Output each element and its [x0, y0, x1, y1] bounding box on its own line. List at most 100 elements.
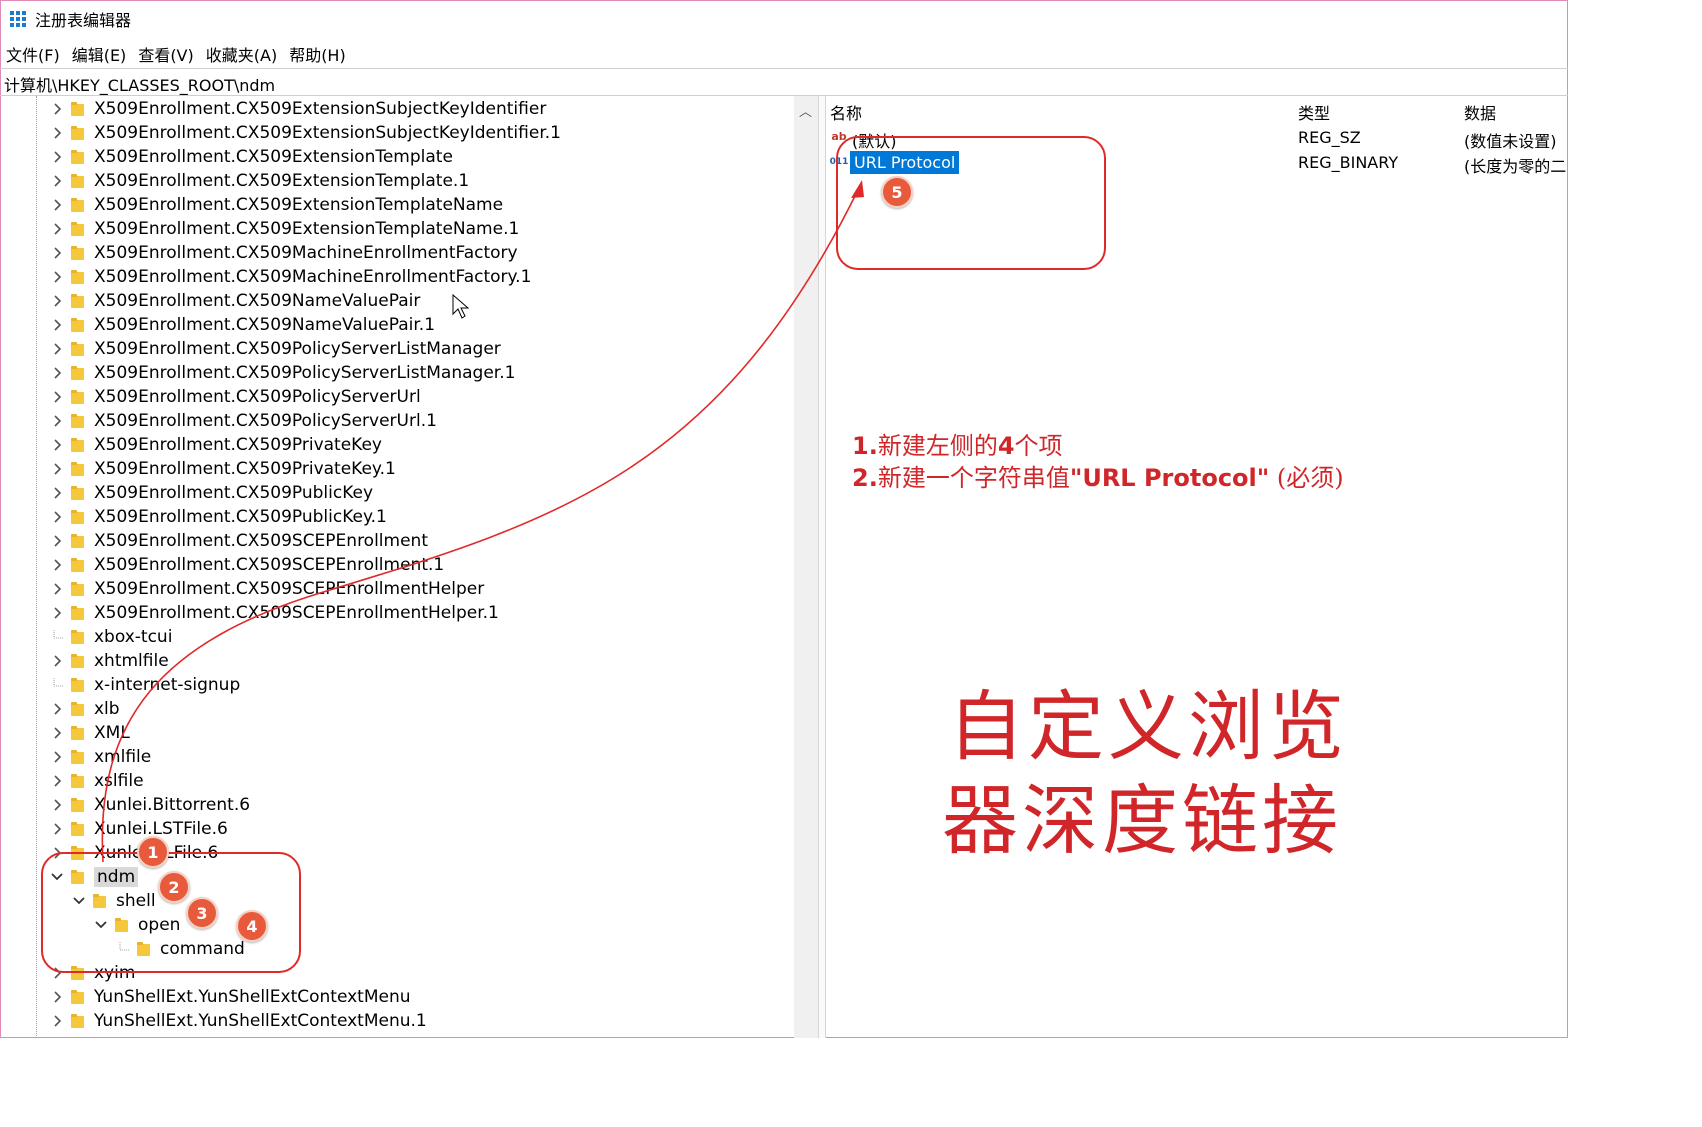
tree-item[interactable]: X509Enrollment.CX509SCEPEnrollment.1: [50, 553, 444, 577]
tree-item[interactable]: X509Enrollment.CX509ExtensionTemplateNam…: [50, 217, 519, 241]
tree-item[interactable]: X509Enrollment.CX509PublicKey.1: [50, 505, 387, 529]
folder-icon: [71, 294, 85, 308]
tree-item[interactable]: X509Enrollment.CX509PublicKey: [50, 481, 373, 505]
folder-icon: [71, 510, 85, 524]
tree-item[interactable]: X509Enrollment.CX509NameValuePair.1: [50, 313, 435, 337]
chevron-right-icon[interactable]: [50, 726, 64, 740]
folder-icon: [71, 342, 85, 356]
chevron-right-icon[interactable]: [50, 270, 64, 284]
tree-item[interactable]: xbox-tcui: [50, 625, 172, 649]
tree-item[interactable]: XML: [50, 721, 130, 745]
tree-item[interactable]: X509Enrollment.CX509ExtensionSubjectKeyI…: [50, 121, 561, 145]
chevron-right-icon[interactable]: [50, 390, 64, 404]
chevron-right-icon[interactable]: [50, 174, 64, 188]
tree-item[interactable]: X509Enrollment.CX509MachineEnrollmentFac…: [50, 241, 518, 265]
folder-icon: [71, 606, 85, 620]
folder-icon: [71, 486, 85, 500]
chevron-right-icon[interactable]: [50, 342, 64, 356]
chevron-right-icon[interactable]: [50, 990, 64, 1004]
tree-item[interactable]: Xunlei.LSTFile.6: [50, 817, 228, 841]
tree-item[interactable]: x-internet-signup: [50, 673, 240, 697]
folder-icon: [71, 750, 85, 764]
tree-item[interactable]: X509Enrollment.CX509ExtensionTemplateNam…: [50, 193, 503, 217]
chevron-right-icon[interactable]: [50, 222, 64, 236]
tree-item[interactable]: xslfile: [50, 769, 144, 793]
tree-item-label: X509Enrollment.CX509MachineEnrollmentFac…: [94, 243, 518, 263]
menu-file[interactable]: 文件(F): [0, 40, 66, 66]
chevron-right-icon[interactable]: [50, 414, 64, 428]
tree-item[interactable]: X509Enrollment.CX509SCEPEnrollmentHelper…: [50, 601, 499, 625]
chevron-right-icon[interactable]: [50, 246, 64, 260]
chevron-right-icon[interactable]: [50, 1014, 64, 1028]
tree-item[interactable]: YunShellExt.YunShellExtContextMenu: [50, 985, 411, 1009]
chevron-right-icon[interactable]: [50, 366, 64, 380]
tree-item-label: Xunlei.LSTFile.6: [94, 819, 228, 839]
chevron-right-icon[interactable]: [50, 774, 64, 788]
menu-edit[interactable]: 编辑(E): [66, 40, 133, 66]
chevron-right-icon[interactable]: [50, 150, 64, 164]
chevron-right-icon[interactable]: [50, 822, 64, 836]
tree-item[interactable]: YunShellExt.YunShellExtContextMenu.1: [50, 1009, 427, 1033]
chevron-right-icon[interactable]: [50, 798, 64, 812]
tree-item[interactable]: X509Enrollment.CX509PolicyServerUrl.1: [50, 409, 437, 433]
tree-item[interactable]: X509Enrollment.CX509PolicyServerListMana…: [50, 361, 515, 385]
tree-item[interactable]: X509Enrollment.CX509PrivateKey.1: [50, 457, 396, 481]
tree-item[interactable]: xlb: [50, 697, 120, 721]
step-badge-1: 1: [137, 836, 169, 868]
chevron-right-icon[interactable]: [50, 102, 64, 116]
chevron-right-icon[interactable]: [50, 606, 64, 620]
scroll-up-icon[interactable]: ︿: [799, 101, 812, 120]
address-bar[interactable]: 计算机\HKEY_CLASSES_ROOT\ndm: [0, 68, 1568, 96]
folder-icon: [71, 822, 85, 836]
tree-item[interactable]: X509Enrollment.CX509ExtensionTemplate.1: [50, 169, 469, 193]
tree-item[interactable]: X509Enrollment.CX509ExtensionTemplate: [50, 145, 453, 169]
tree-item-label: X509Enrollment.CX509PrivateKey.1: [94, 459, 396, 479]
chevron-right-icon[interactable]: [50, 750, 64, 764]
tree-item-label: X509Enrollment.CX509PolicyServerUrl: [94, 387, 421, 407]
chevron-right-icon[interactable]: [50, 294, 64, 308]
menu-help[interactable]: 帮助(H): [283, 40, 352, 66]
tree-connector: [50, 678, 64, 692]
headline-line-1: 自定义浏览: [948, 682, 1348, 771]
tree-item[interactable]: X509Enrollment.CX509MachineEnrollmentFac…: [50, 265, 531, 289]
chevron-right-icon[interactable]: [50, 462, 64, 476]
chevron-right-icon[interactable]: [50, 654, 64, 668]
tree-item[interactable]: X509Enrollment.CX509PolicyServerListMana…: [50, 337, 501, 361]
tree-item[interactable]: Xunlei.Bittorrent.6: [50, 793, 250, 817]
instruction-line-2: 2.新建一个字符串值"URL Protocol" (必须): [852, 464, 1344, 492]
tree-item[interactable]: X509Enrollment.CX509PrivateKey: [50, 433, 382, 457]
value-type: REG_SZ: [1298, 128, 1361, 147]
folder-icon: [71, 582, 85, 596]
tree-item[interactable]: X509Enrollment.CX509NameValuePair: [50, 289, 420, 313]
chevron-right-icon[interactable]: [50, 558, 64, 572]
folder-icon: [71, 318, 85, 332]
tree-scrollbar[interactable]: ︿: [794, 96, 818, 1038]
folder-icon: [71, 678, 85, 692]
chevron-right-icon[interactable]: [50, 126, 64, 140]
chevron-right-icon[interactable]: [50, 438, 64, 452]
tree-item[interactable]: X509Enrollment.CX509SCEPEnrollment: [50, 529, 428, 553]
tree-item[interactable]: xmlfile: [50, 745, 151, 769]
tree-item[interactable]: X509Enrollment.CX509SCEPEnrollmentHelper: [50, 577, 484, 601]
column-header-type[interactable]: 类型: [1298, 100, 1330, 124]
tree-item[interactable]: X509Enrollment.CX509PolicyServerUrl: [50, 385, 421, 409]
tree-item-label: X509Enrollment.CX509NameValuePair.1: [94, 315, 436, 335]
chevron-right-icon[interactable]: [50, 198, 64, 212]
chevron-right-icon[interactable]: [50, 510, 64, 524]
folder-icon: [71, 414, 85, 428]
menu-favorites[interactable]: 收藏夹(A): [200, 40, 283, 66]
column-header-data[interactable]: 数据: [1464, 100, 1496, 124]
chevron-right-icon[interactable]: [50, 534, 64, 548]
tree-item[interactable]: xhtmlfile: [50, 649, 169, 673]
chevron-right-icon[interactable]: [50, 582, 64, 596]
address-path[interactable]: 计算机\HKEY_CLASSES_ROOT\ndm: [4, 72, 275, 96]
step-badge-2: 2: [158, 871, 190, 903]
chevron-right-icon[interactable]: [50, 486, 64, 500]
column-header-name[interactable]: 名称: [830, 100, 862, 124]
menu-view[interactable]: 查看(V): [132, 40, 199, 66]
tree-guide-line: [36, 96, 37, 1038]
tree-item-label: YunShellExt.YunShellExtContextMenu: [94, 987, 411, 1007]
chevron-right-icon[interactable]: [50, 702, 64, 716]
chevron-right-icon[interactable]: [50, 318, 64, 332]
tree-item[interactable]: X509Enrollment.CX509ExtensionSubjectKeyI…: [50, 97, 546, 121]
